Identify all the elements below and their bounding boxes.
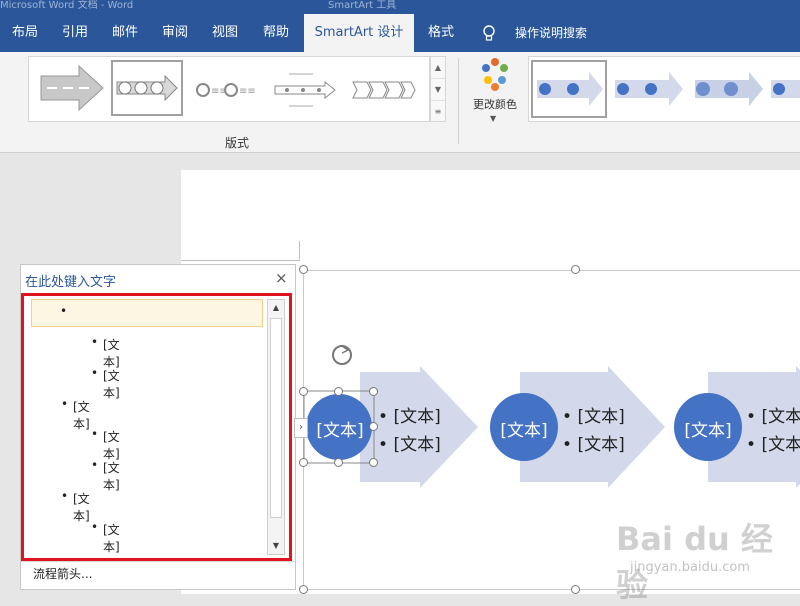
smartart-text-pane: 在此处键入文字 × • • [文本] • [文本] • [文本] • [文本] … <box>20 264 296 590</box>
circle-text-3[interactable]: [文本] <box>674 416 742 441</box>
resize-handle[interactable] <box>571 585 580 594</box>
resize-handle[interactable] <box>571 265 580 274</box>
text-pane-title: 在此处键入文字 <box>25 275 117 290</box>
style-moderate[interactable] <box>611 60 687 118</box>
margin-mark <box>181 260 299 261</box>
rotate-handle-icon <box>332 345 352 365</box>
style-polished[interactable] <box>771 60 800 118</box>
scroll-up-icon[interactable]: ▲ <box>431 57 445 79</box>
shape-bullet-text[interactable]: • [文本] <box>746 402 800 427</box>
layout-chevron-process[interactable] <box>347 60 419 116</box>
shape-handle[interactable] <box>334 458 343 467</box>
text-pane-toggle[interactable]: › <box>294 418 308 438</box>
title-bar: Microsoft Word 文档 - Word SmartArt 工具 <box>0 0 800 14</box>
scroll-down-icon[interactable]: ▼ <box>431 79 445 101</box>
layout-basic-arrow[interactable] <box>35 60 107 116</box>
shape-handle[interactable] <box>369 387 378 396</box>
tell-me-search[interactable]: 操作说明搜索 <box>506 14 596 52</box>
layout-circle-process[interactable]: ≡≡ ≡≡ <box>191 60 263 116</box>
layout-timeline-arrow[interactable] <box>269 60 341 116</box>
style-intense[interactable] <box>691 60 767 118</box>
shape-handle[interactable] <box>369 458 378 467</box>
tab-references[interactable]: 引用 <box>52 14 98 52</box>
layouts-group-label: 版式 <box>225 136 250 150</box>
watermark: Bai du 经验 jingyan.baidu.com <box>612 508 800 604</box>
shape-bullet-text[interactable]: • [文本] <box>378 430 441 455</box>
circle-text-1[interactable]: [文本] <box>308 416 372 441</box>
svg-text:≡≡: ≡≡ <box>211 86 228 97</box>
ribbon-panel: ≡≡ ≡≡ ▲ ▼ ≡ 版式 更改颜色 ▼ <box>0 52 800 153</box>
layouts-gallery-scroll[interactable]: ▲ ▼ ≡ <box>430 56 446 122</box>
shape-bullet-text[interactable]: • [文本] <box>562 430 625 455</box>
watermark-url: jingyan.baidu.com <box>630 560 750 575</box>
layout-name-link[interactable]: 流程箭头... <box>33 565 92 582</box>
layouts-gallery: ≡≡ ≡≡ <box>28 56 430 122</box>
contextual-tools-title: SmartArt 工具 <box>328 0 397 11</box>
palette-icon <box>482 58 508 91</box>
resize-handle[interactable] <box>299 265 308 274</box>
tab-review[interactable]: 审阅 <box>152 14 198 52</box>
shape-bullet-text[interactable]: • [文本] <box>562 402 625 427</box>
shape-handle[interactable] <box>334 387 343 396</box>
svg-text:≡≡: ≡≡ <box>239 86 256 97</box>
layout-process-arrows-selected[interactable] <box>111 60 183 116</box>
style-flat[interactable] <box>531 60 607 118</box>
shape-bullet-text[interactable]: • [文本] <box>378 402 441 427</box>
change-colors-label: 更改颜色 <box>473 98 517 111</box>
smartart-styles-gallery <box>528 56 800 122</box>
window-title: Microsoft Word 文档 - Word <box>0 0 134 11</box>
shape-handle[interactable] <box>299 458 308 467</box>
close-icon[interactable]: × <box>275 269 288 287</box>
tab-smartart-design[interactable]: SmartArt 设计 <box>304 14 414 52</box>
tab-view[interactable]: 视图 <box>202 14 248 52</box>
lightbulb-icon <box>483 25 495 41</box>
margin-mark <box>299 241 300 261</box>
highlight-box <box>21 293 292 561</box>
resize-handle[interactable] <box>299 585 308 594</box>
tab-layout[interactable]: 布局 <box>2 14 48 52</box>
ribbon-tab-bar: 布局 引用 邮件 审阅 视图 帮助 SmartArt 设计 格式 操作说明搜索 <box>0 14 800 52</box>
shape-handle[interactable] <box>299 387 308 396</box>
shape-bullet-text[interactable]: • [文本] <box>746 430 800 455</box>
group-separator <box>458 58 459 144</box>
dropdown-arrow-icon: ▼ <box>490 114 497 123</box>
tab-format[interactable]: 格式 <box>418 14 464 52</box>
gallery-more-icon[interactable]: ≡ <box>431 101 445 122</box>
change-colors-button[interactable]: 更改颜色 ▼ <box>466 56 524 136</box>
tab-mailings[interactable]: 邮件 <box>102 14 148 52</box>
circle-text-2[interactable]: [文本] <box>490 416 558 441</box>
divider <box>21 561 295 562</box>
tab-help[interactable]: 帮助 <box>252 14 300 52</box>
